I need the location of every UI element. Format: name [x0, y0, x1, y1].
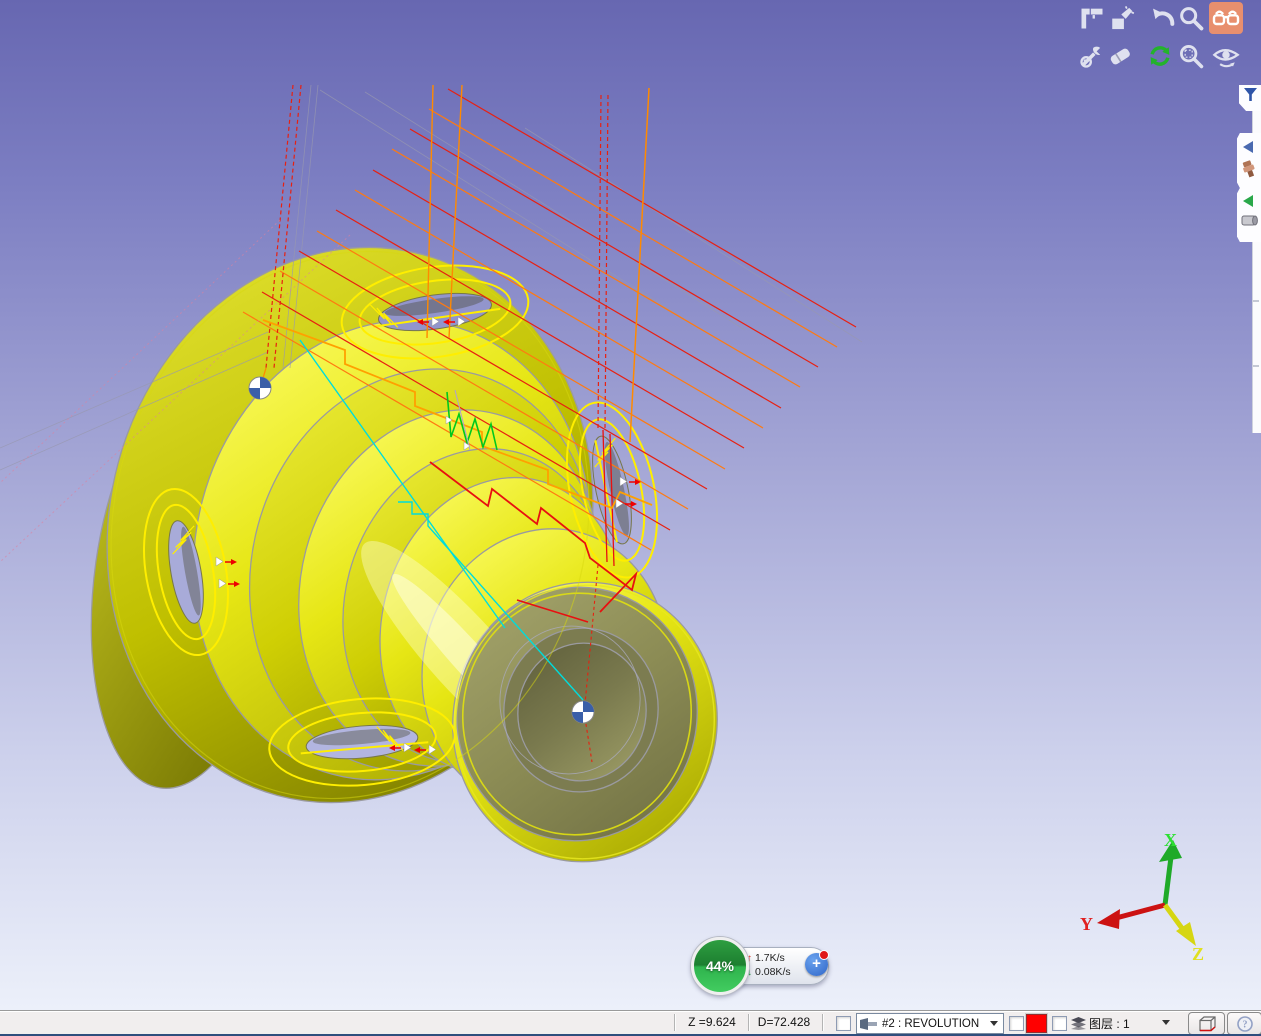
- refresh-view-button[interactable]: [1146, 42, 1174, 70]
- axis-triad: X Y Z: [1080, 830, 1204, 964]
- axis-z-label: Z: [1192, 944, 1204, 964]
- lathe-tool-icon: [860, 1017, 877, 1030]
- undo-button[interactable]: [1149, 4, 1177, 32]
- collapse-left-green-icon: [1243, 195, 1253, 207]
- strip-notch: [1253, 300, 1259, 302]
- model-scene[interactable]: X Y Z: [0, 0, 1261, 1010]
- upload-speed: 1.7K/s: [755, 952, 785, 964]
- usage-percent: 44%: [705, 958, 735, 974]
- d-readout: D=72.428: [757, 1015, 811, 1029]
- stock-panel-tab[interactable]: [1237, 188, 1261, 242]
- axis-y-label: Y: [1080, 914, 1093, 934]
- eraser-button[interactable]: [1106, 42, 1134, 70]
- usage-ball[interactable]: 44%: [691, 937, 749, 995]
- status-bar: Z =9.624 D=72.428 #2 : REVOLUTION 图层 : 1…: [0, 1010, 1261, 1036]
- wireframe-box-button[interactable]: [1188, 1012, 1225, 1035]
- origin-marker-flange: [248, 376, 272, 400]
- divider: [748, 1014, 750, 1031]
- tool-color-swatch[interactable]: [1026, 1014, 1047, 1033]
- dropdown-arrow-icon: [990, 1021, 998, 1026]
- notification-dot: [819, 950, 829, 960]
- svg-text:?: ?: [1242, 1019, 1247, 1030]
- 3d-viewport[interactable]: X Y Z ↑ 1.7K/s ↓ 0.08K/s + 44%: [0, 0, 1261, 1010]
- axis-x-label: X: [1164, 830, 1177, 850]
- help-icon: ?: [1236, 1015, 1253, 1032]
- stock-cylinder-icon: [1241, 215, 1258, 226]
- tool-nozzle-icon: [1242, 160, 1255, 178]
- rotate-view-button[interactable]: [1212, 42, 1240, 70]
- tool-visibility-checkbox[interactable]: [836, 1016, 851, 1031]
- z-readout: Z =9.624: [688, 1015, 736, 1029]
- view-toolbar: [1076, 2, 1252, 70]
- collapse-left-blue-icon: [1243, 141, 1253, 153]
- layers-icon: [1071, 1017, 1086, 1030]
- tool-panel-tab[interactable]: [1237, 133, 1261, 188]
- divider: [674, 1014, 676, 1031]
- clean-tool-button[interactable]: [1107, 4, 1135, 32]
- speed-monitor-widget[interactable]: ↑ 1.7K/s ↓ 0.08K/s + 44%: [691, 937, 831, 995]
- layer-checkbox[interactable]: [1052, 1016, 1067, 1031]
- divider: [822, 1014, 824, 1031]
- tool-settings-button[interactable]: [1078, 42, 1106, 70]
- strip-notch: [1253, 365, 1259, 367]
- origin-marker-bore: [571, 700, 595, 724]
- part-model: [90, 246, 718, 863]
- filter-funnel-icon: [1244, 88, 1257, 101]
- layer-dropdown-arrow-icon[interactable]: [1162, 1020, 1170, 1025]
- tool-selector-value: #2 : REVOLUTION: [882, 1017, 980, 1030]
- help-button[interactable]: ?: [1227, 1012, 1261, 1035]
- zoom-button[interactable]: [1177, 4, 1205, 32]
- wireframe-cube-icon: [1198, 1015, 1216, 1031]
- measure-caliper-button[interactable]: [1078, 4, 1106, 32]
- download-speed: 0.08K/s: [755, 966, 791, 978]
- zoom-extents-button[interactable]: [1177, 42, 1205, 70]
- layer-label: 图层 : 1: [1089, 1017, 1130, 1031]
- view-glasses-button[interactable]: [1209, 2, 1243, 34]
- tool-selector[interactable]: #2 : REVOLUTION: [856, 1013, 1004, 1034]
- color-checkbox[interactable]: [1009, 1016, 1024, 1031]
